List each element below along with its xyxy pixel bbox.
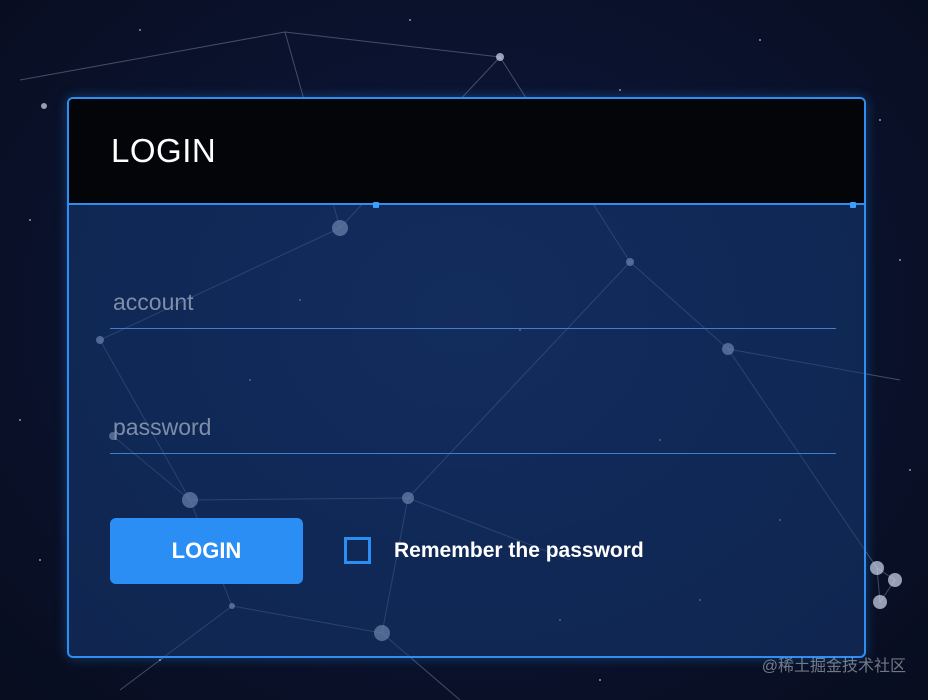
corner-dot [850, 202, 856, 208]
remember-password-toggle[interactable]: Remember the password [344, 537, 644, 564]
password-input[interactable] [110, 406, 836, 454]
account-input[interactable] [110, 281, 836, 329]
remember-label: Remember the password [394, 538, 644, 562]
page-title: LOGIN [111, 132, 217, 169]
login-button[interactable]: LOGIN [110, 518, 303, 584]
account-field-wrapper [110, 281, 836, 329]
login-screen: LOGIN LOGIN Remember the password @稀土掘金技… [0, 0, 928, 700]
corner-dot [373, 202, 379, 208]
password-field-wrapper [110, 406, 836, 454]
remember-checkbox[interactable] [344, 537, 371, 564]
watermark: @稀土掘金技术社区 [761, 658, 906, 675]
panel-header: LOGIN [69, 99, 864, 205]
login-panel: LOGIN LOGIN Remember the password [67, 97, 866, 658]
